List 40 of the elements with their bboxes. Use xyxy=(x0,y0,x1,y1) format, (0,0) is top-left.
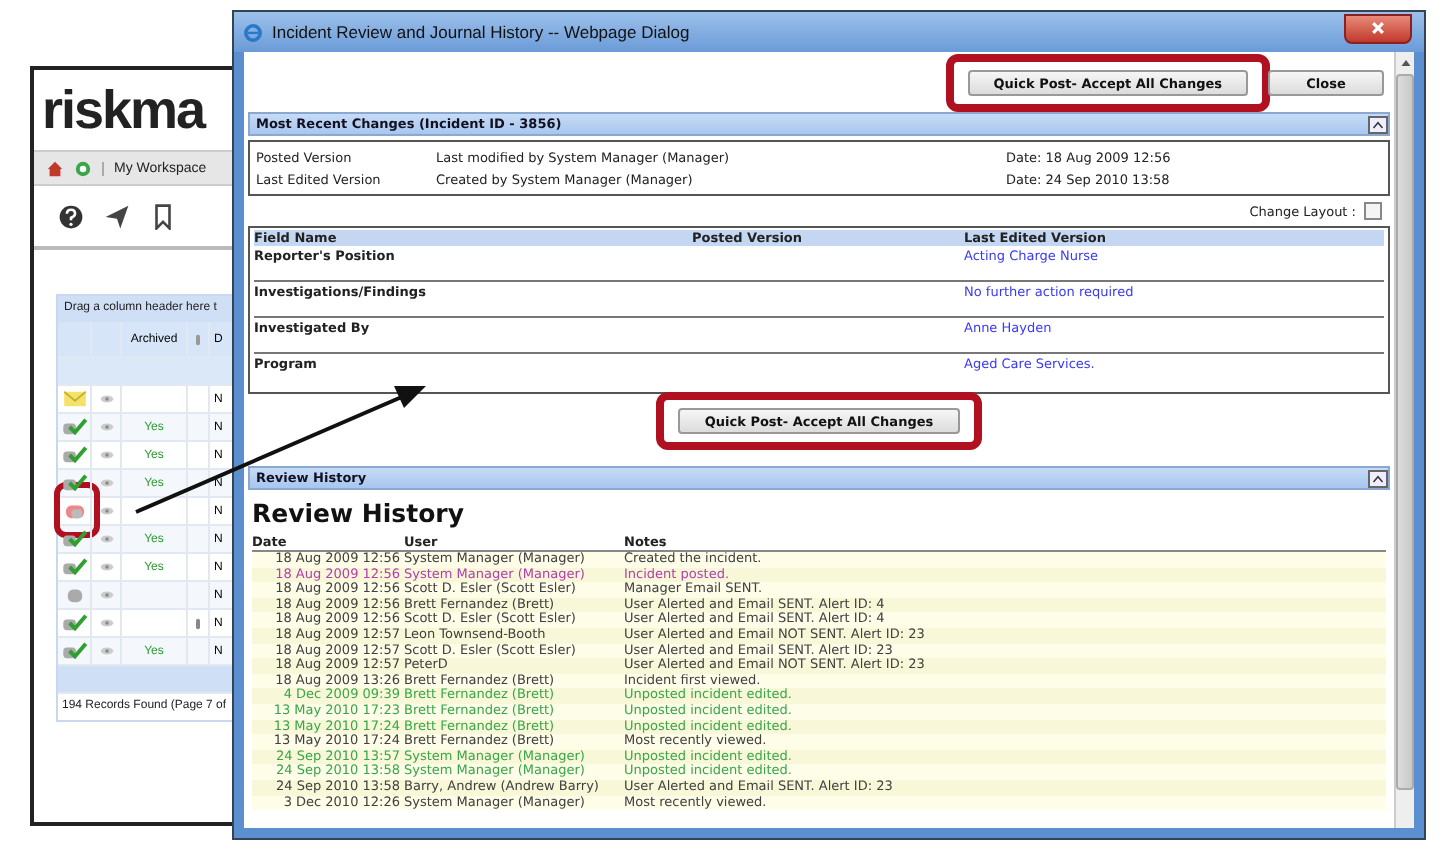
scrollbar[interactable] xyxy=(1394,52,1414,828)
close-button[interactable] xyxy=(1344,13,1412,43)
check-icon xyxy=(61,642,87,660)
paperclip-icon xyxy=(194,331,202,347)
paperclip-icon xyxy=(194,615,202,631)
chevron-up-icon xyxy=(1372,473,1384,483)
eye-icon[interactable] xyxy=(99,590,113,600)
chevron-up-icon xyxy=(1372,119,1384,129)
collapse-button[interactable] xyxy=(1368,469,1388,487)
logo: riskma xyxy=(42,79,205,141)
help-icon[interactable] xyxy=(58,203,84,229)
collapse-button[interactable] xyxy=(1368,115,1388,133)
change-layout-checkbox[interactable] xyxy=(1364,202,1382,220)
alert-icon xyxy=(61,502,87,520)
eye-icon[interactable] xyxy=(99,478,113,488)
home-icon[interactable] xyxy=(46,159,64,177)
check-icon xyxy=(61,530,87,548)
browser-icon xyxy=(244,23,262,41)
check-icon xyxy=(61,446,87,464)
eye-icon[interactable] xyxy=(99,562,113,572)
review-heading: Review History xyxy=(252,496,466,532)
eye-icon[interactable] xyxy=(99,394,113,404)
check-icon xyxy=(61,558,87,576)
eye-icon[interactable] xyxy=(99,534,113,544)
eye-icon[interactable] xyxy=(99,506,113,516)
close-icon xyxy=(1370,20,1386,36)
check-icon xyxy=(61,418,87,436)
scroll-up-icon[interactable] xyxy=(1399,58,1411,68)
envelope-icon xyxy=(61,390,87,408)
eye-icon[interactable] xyxy=(99,422,113,432)
check-icon xyxy=(61,614,87,632)
scroll-thumb[interactable] xyxy=(1396,74,1414,790)
eye-icon[interactable] xyxy=(99,450,113,460)
refresh-icon[interactable] xyxy=(74,159,92,177)
bookmark-icon[interactable] xyxy=(150,203,176,229)
window-title: Incident Review and Journal History -- Webpage Dialog xyxy=(272,22,692,42)
send-icon[interactable] xyxy=(104,203,130,229)
eye-icon[interactable] xyxy=(99,646,113,656)
check-icon xyxy=(61,474,87,492)
eye-icon[interactable] xyxy=(99,618,113,628)
